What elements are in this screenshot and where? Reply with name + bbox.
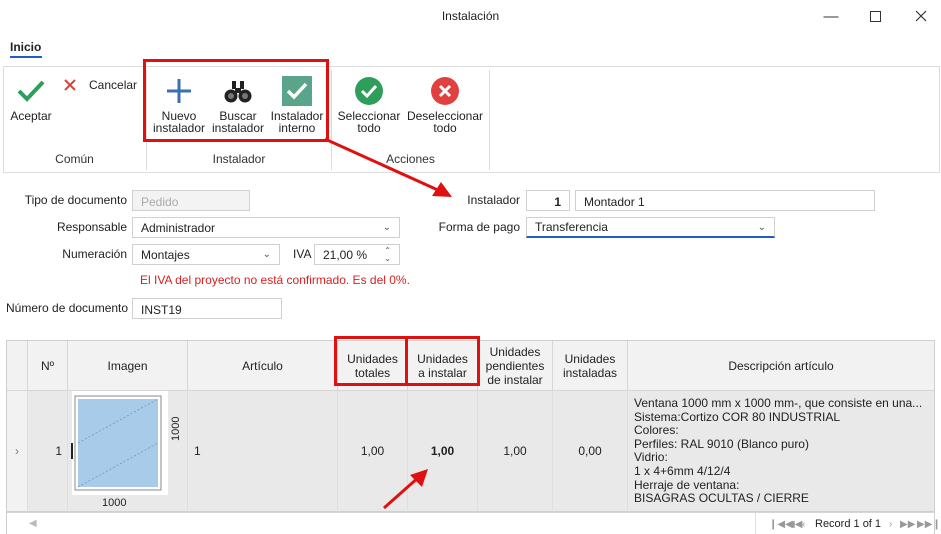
- tab-underline: [10, 56, 42, 58]
- window-title: Instalación: [441, 9, 500, 23]
- responsable-select[interactable]: Administrador ⌄: [132, 217, 400, 238]
- group-label-instalador: Instalador: [212, 152, 266, 166]
- seleccionar-todo-button[interactable]: Seleccionar todo: [334, 76, 404, 134]
- prev-record-icon[interactable]: ‹: [802, 519, 805, 530]
- header-unidades-instaladas[interactable]: Unidades instaladas: [553, 341, 628, 391]
- desel-label-2: todo: [433, 121, 457, 135]
- cell-articulo: 1: [188, 391, 338, 512]
- cell-instaladas: 0,00: [553, 391, 628, 512]
- header-text: de instalar: [487, 372, 543, 387]
- numeracion-value: Montajes: [141, 247, 190, 262]
- row-expand[interactable]: ›: [7, 391, 28, 512]
- iva-spinner[interactable]: 21,00 % ⌃ ⌄: [314, 244, 400, 265]
- responsable-label: Responsable: [56, 220, 127, 234]
- header-text: pendientes: [485, 358, 545, 373]
- record-indicator: Record 1 of 1: [815, 518, 882, 530]
- instalador-label: Instalador: [467, 193, 520, 207]
- title-bar: Instalación —: [0, 0, 941, 32]
- cell-descripcion: Ventana 1000 mm x 1000 mm-, que consiste…: [628, 391, 934, 512]
- chevron-down-icon: ⌄: [382, 222, 391, 233]
- grid-footer: ◀ ❙◀◀ ◀◀ ‹ Record 1 of 1 › ▶▶ ▶▶❙: [7, 512, 941, 534]
- ribbon-separator: [489, 70, 490, 170]
- responsable-value: Administrador: [141, 220, 216, 235]
- group-label-comun: Común: [55, 152, 94, 166]
- window-thumbnail: [72, 390, 168, 495]
- header-imagen[interactable]: Imagen: [68, 341, 188, 391]
- horizontal-scrollbar[interactable]: ◀: [11, 513, 756, 534]
- maximize-icon[interactable]: [860, 4, 890, 28]
- cell-pendientes: 1,00: [478, 391, 553, 512]
- header-unidades-pendientes[interactable]: Unidades pendientes de instalar: [478, 341, 553, 391]
- numdoc-field[interactable]: INST19: [132, 298, 282, 319]
- x-icon: [64, 79, 76, 91]
- instalador-name-field[interactable]: Montador 1: [575, 190, 875, 211]
- cell-imagen: 1000 1000: [68, 390, 188, 512]
- aceptar-label: Aceptar: [10, 109, 52, 123]
- forma-pago-label: Forma de pago: [438, 220, 520, 234]
- next-record-icon[interactable]: ›: [889, 519, 892, 530]
- x-circle-icon: [431, 77, 459, 105]
- forma-pago-value: Transferencia: [535, 220, 608, 234]
- close-icon[interactable]: [906, 4, 936, 28]
- aceptar-button[interactable]: Aceptar: [9, 78, 53, 122]
- numdoc-label: Número de documento: [6, 301, 129, 315]
- minimize-icon[interactable]: —: [816, 4, 846, 28]
- image-width-label: 1000: [102, 497, 127, 509]
- iva-warning: El IVA del proyecto no está confirmado. …: [140, 273, 410, 287]
- row-indicator-header: [7, 341, 28, 391]
- highlight-box: [143, 59, 329, 142]
- arrow-annotation: [383, 469, 428, 510]
- iva-value: 21,00 %: [323, 247, 368, 262]
- instalador-id-field[interactable]: 1: [526, 190, 570, 211]
- last-record-icon[interactable]: ▶▶❙: [917, 519, 941, 530]
- chevron-down-icon: ⌄: [262, 249, 271, 260]
- header-descripcion[interactable]: Descripción artículo: [628, 341, 934, 391]
- next-page-icon[interactable]: ▶▶: [900, 519, 915, 530]
- cancelar-label: Cancelar: [89, 78, 138, 92]
- scroll-left-icon[interactable]: ◀: [29, 518, 37, 529]
- tipo-label: Tipo de documento: [24, 193, 127, 207]
- check-circle-icon: [355, 77, 383, 105]
- header-text: Unidades: [489, 344, 541, 359]
- image-height-label: 1000: [170, 416, 182, 441]
- cancelar-button[interactable]: Cancelar: [63, 78, 137, 92]
- forma-pago-select[interactable]: Transferencia ⌄: [526, 217, 775, 238]
- chevron-right-icon: ›: [15, 444, 19, 458]
- tipo-field: Pedido: [132, 190, 250, 211]
- tab-inicio[interactable]: Inicio: [10, 40, 41, 54]
- prev-page-icon[interactable]: ◀◀: [787, 519, 802, 530]
- spinner-icon: ⌃ ⌄: [384, 245, 391, 263]
- chevron-down-icon: ⌄: [757, 221, 766, 233]
- header-n[interactable]: Nº: [28, 341, 68, 391]
- header-text: instaladas: [562, 365, 618, 380]
- numeracion-select[interactable]: Montajes ⌄: [132, 244, 280, 265]
- text-cursor: [71, 443, 73, 459]
- highlight-box-divider: [405, 339, 408, 383]
- header-articulo[interactable]: Artículo: [188, 341, 338, 391]
- numeracion-label: Numeración: [62, 247, 127, 261]
- iva-label: IVA: [293, 247, 312, 261]
- cell-n: 1: [28, 391, 68, 512]
- checkmark-icon: [17, 80, 45, 102]
- deseleccionar-todo-button[interactable]: Deseleccionar todo: [406, 76, 484, 134]
- selall-label-2: todo: [357, 121, 381, 135]
- header-text: Unidades: [564, 351, 616, 366]
